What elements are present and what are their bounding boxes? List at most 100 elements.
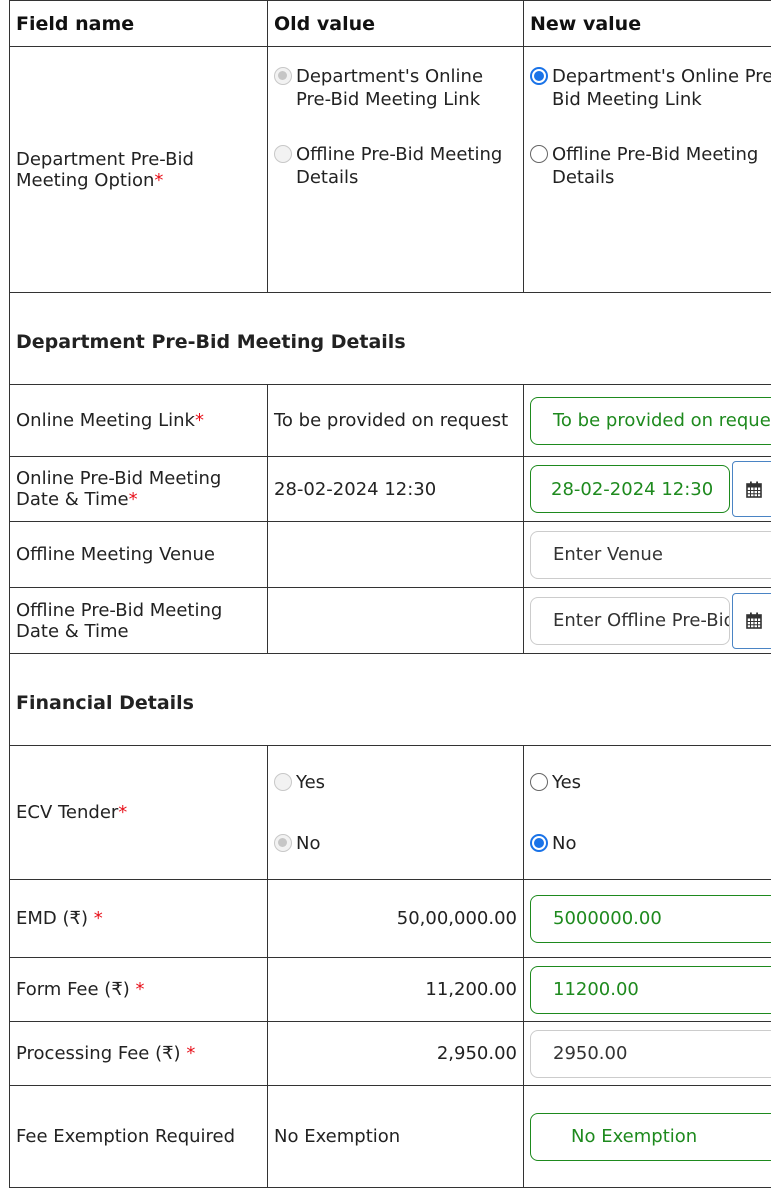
old-value: No Exemption [267,1085,524,1188]
calendar-button[interactable] [732,461,771,517]
field-label-text: Online Pre-Bid Meeting Date & Time [16,468,222,510]
online-datetime-input[interactable]: 28-02-2024 12:30 [530,465,730,513]
form-fee-input[interactable]: 11200.00 [530,965,771,1014]
radio-label: No [552,832,577,854]
field-label: Online Meeting Link* [9,384,268,457]
table-row: Form Fee (₹) * 11,200.00 11200.00 [9,957,771,1022]
old-radio-online: Department's Online Pre-Bid Meeting Link [274,65,517,111]
processing-fee-input[interactable]: 2950.00 [530,1029,771,1078]
radio-label: Yes [552,771,582,793]
field-label: Offline Pre-Bid Meeting Date & Time [9,587,268,654]
venue-input[interactable]: Enter Venue [530,530,771,579]
table-row: Fee Exemption Required No Exemption No E… [9,1085,771,1188]
header-old-value: Old value [267,0,524,47]
radio-label: Department's Online Pre-Bid Meeting Link [296,66,484,110]
required-mark: * [154,169,164,191]
table-row: Offline Pre-Bid Meeting Date & Time Ente… [9,587,771,654]
new-value-cell: To be provided on request [523,384,771,457]
radio-label: Yes [296,771,326,793]
new-value-cell: 2950.00 [523,1021,771,1086]
radio-disabled-selected [274,833,292,852]
offline-datetime-input[interactable]: Enter Offline Pre-Bid Meeting Date & Tim… [530,596,730,645]
old-value [267,521,524,588]
new-value-cell: 28-02-2024 12:30 [523,456,771,522]
required-mark: * [93,908,103,929]
field-label-text: EMD (₹) [16,908,88,929]
new-value-cell: 11200.00 [523,957,771,1022]
new-value-cell: Department's Online Pre-Bid Meeting Link… [523,46,771,293]
new-radio-no[interactable]: No [530,832,771,855]
calendar-button[interactable] [732,592,771,649]
old-radio-offline: Offline Pre-Bid Meeting Details [274,143,517,189]
new-radio-offline[interactable]: Offline Pre-Bid Meeting Details [530,143,771,189]
section-row: Financial Details [9,653,771,746]
field-label: Fee Exemption Required [9,1085,268,1188]
radio-label: Offline Pre-Bid Meeting Details [552,144,759,188]
field-label-text: Form Fee (₹) [16,979,130,1000]
field-label: Department Pre-Bid Meeting Option* [9,46,268,293]
radio-unselected[interactable] [530,772,548,791]
table-row: Online Meeting Link* To be provided on r… [9,384,771,457]
old-radio-no: No [274,832,517,855]
field-label-text: Department Pre-Bid Meeting Option [16,148,194,191]
new-radio-yes[interactable]: Yes [530,771,771,794]
old-value: 50,00,000.00 [267,879,524,958]
field-label: Form Fee (₹) * [9,957,268,1022]
radio-selected[interactable] [530,67,548,85]
table-row: Processing Fee (₹) * 2,950.00 2950.00 [9,1021,771,1086]
calendar-icon [746,612,762,629]
field-label: Processing Fee (₹) * [9,1021,268,1086]
section-title-financial: Financial Details [9,653,771,746]
radio-disabled-selected [274,67,292,85]
old-value [267,587,524,654]
old-value-cell: Yes No [267,745,524,880]
section-title-pre-bid: Department Pre-Bid Meeting Details [9,292,771,385]
new-value-cell: 5000000.00 [523,879,771,958]
header-field-name: Field name [9,0,268,47]
field-label-text: ECV Tender [16,802,119,823]
new-value-cell: Enter Venue [523,521,771,588]
new-value-cell: No Exemption [523,1085,771,1188]
required-mark: * [186,1043,196,1064]
old-value: 28-02-2024 12:30 [267,456,524,522]
section-row: Department Pre-Bid Meeting Details [9,292,771,385]
calendar-icon [746,481,762,498]
radio-label: Department's Online Pre-Bid Meeting Link [552,66,771,110]
emd-input[interactable]: 5000000.00 [530,894,771,943]
online-link-input[interactable]: To be provided on request [530,396,771,445]
radio-selected[interactable] [530,833,548,852]
old-value: 2,950.00 [267,1021,524,1086]
header-row: Field name Old value New value [9,0,771,47]
table-row: EMD (₹) * 50,00,000.00 5000000.00 [9,879,771,958]
change-comparison-table: Field name Old value New value Departmen… [9,0,771,1188]
table-row: ECV Tender* Yes No Yes No [9,745,771,880]
table-row: Department Pre-Bid Meeting Option* Depar… [9,46,771,293]
old-radio-yes: Yes [274,771,517,794]
field-label: Offline Meeting Venue [9,521,268,588]
required-mark: * [118,802,128,823]
table-row: Online Pre-Bid Meeting Date & Time* 28-0… [9,456,771,522]
header-new-value: New value [523,0,771,47]
field-label: Online Pre-Bid Meeting Date & Time* [9,456,268,522]
radio-unselected[interactable] [530,145,548,163]
required-mark: * [194,410,204,431]
required-mark: * [135,979,145,1000]
fee-exemption-select[interactable]: No Exemption [530,1112,771,1161]
radio-disabled [274,772,292,791]
table-row: Offline Meeting Venue Enter Venue [9,521,771,588]
old-value: To be provided on request [267,384,524,457]
radio-disabled [274,145,292,163]
radio-label: Offline Pre-Bid Meeting Details [296,144,503,188]
fee-exemption-selected-value: No Exemption [571,1126,698,1147]
datetime-picker: 28-02-2024 12:30 [530,461,771,517]
old-value: 11,200.00 [267,957,524,1022]
new-value-cell: Enter Offline Pre-Bid Meeting Date & Tim… [523,587,771,654]
change-comparison-page: Field name Old value New value Departmen… [0,0,771,1189]
field-label-text: Online Meeting Link [16,410,195,431]
old-value-cell: Department's Online Pre-Bid Meeting Link… [267,46,524,293]
new-value-cell: Yes No [523,745,771,880]
required-mark: * [128,489,138,510]
datetime-picker: Enter Offline Pre-Bid Meeting Date & Tim… [530,592,771,649]
new-radio-online[interactable]: Department's Online Pre-Bid Meeting Link [530,65,771,111]
field-label-text: Processing Fee (₹) [16,1043,181,1064]
